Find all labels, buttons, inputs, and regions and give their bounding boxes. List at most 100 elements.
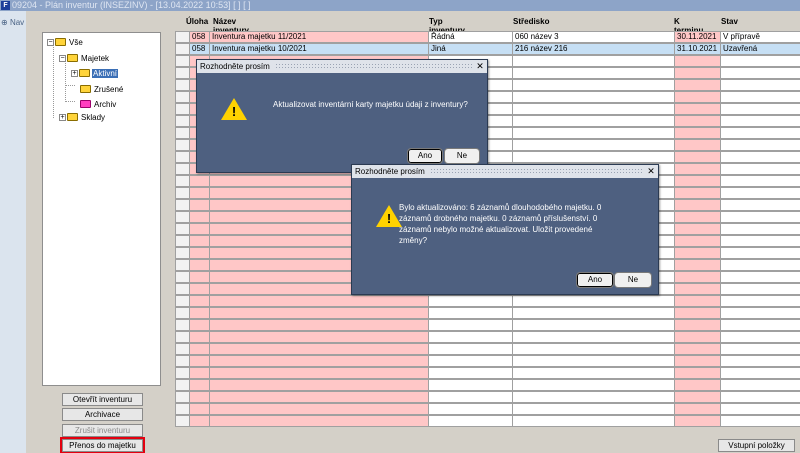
tree-item-sklady[interactable]: + Sklady [59, 111, 106, 123]
cell-center[interactable] [512, 331, 675, 343]
cell-center[interactable] [512, 127, 675, 139]
cell-task[interactable] [189, 223, 210, 235]
row-selector[interactable] [175, 379, 190, 391]
cell-task[interactable] [189, 295, 210, 307]
cell-due[interactable] [674, 295, 721, 307]
cell-task[interactable] [189, 199, 210, 211]
cell-type[interactable] [428, 403, 513, 415]
cell-due[interactable] [674, 79, 721, 91]
row-selector[interactable] [175, 235, 190, 247]
cell-status[interactable] [720, 103, 800, 115]
cell-center[interactable] [512, 415, 675, 427]
cell-type[interactable] [428, 319, 513, 331]
cell-type[interactable] [428, 331, 513, 343]
row-selector[interactable] [175, 211, 190, 223]
cell-task[interactable]: 058 [189, 31, 210, 43]
cell-due[interactable] [674, 379, 721, 391]
cell-name[interactable] [209, 415, 429, 427]
cell-due[interactable] [674, 187, 721, 199]
cell-type[interactable] [428, 367, 513, 379]
cell-status[interactable] [720, 211, 800, 223]
cell-status[interactable] [720, 79, 800, 91]
cell-name[interactable]: Inventura majetku 11/2021 [209, 31, 429, 43]
table-row[interactable]: 058 Inventura majetku 10/2021 Jiná 216 náze… [175, 43, 800, 55]
cell-task[interactable] [189, 355, 210, 367]
tree-item-majetek[interactable]: − Majetek [59, 52, 110, 64]
cell-center[interactable] [512, 79, 675, 91]
row-selector[interactable] [175, 163, 190, 175]
table-row[interactable] [175, 391, 800, 403]
cell-center[interactable] [512, 319, 675, 331]
input-items-button[interactable]: Vstupní položky [718, 439, 795, 452]
cancel-inventory-button[interactable]: Zrušit inventuru [62, 424, 143, 437]
tree-item-zrusene[interactable]: Zrušené [80, 83, 124, 95]
row-selector[interactable] [175, 271, 190, 283]
cell-status[interactable] [720, 343, 800, 355]
cell-center[interactable] [512, 295, 675, 307]
cell-task[interactable] [189, 319, 210, 331]
cell-status[interactable] [720, 187, 800, 199]
column-header-center[interactable]: Středisko [513, 17, 549, 26]
cell-center[interactable] [512, 139, 675, 151]
row-selector[interactable] [175, 127, 190, 139]
cell-name[interactable] [209, 367, 429, 379]
cell-status[interactable] [720, 415, 800, 427]
cell-center[interactable]: 216 název 216 [512, 43, 675, 55]
cell-center[interactable] [512, 355, 675, 367]
cell-type[interactable] [428, 343, 513, 355]
cell-task[interactable] [189, 307, 210, 319]
cell-due[interactable] [674, 367, 721, 379]
table-row[interactable] [175, 355, 800, 367]
table-row[interactable] [175, 331, 800, 343]
cell-type[interactable] [428, 355, 513, 367]
table-row[interactable] [175, 367, 800, 379]
cell-due[interactable]: 31.10.2021 [674, 43, 721, 55]
cell-due[interactable] [674, 319, 721, 331]
cell-task[interactable] [189, 175, 210, 187]
tree-item-archiv[interactable]: Archiv [80, 98, 117, 110]
cell-due[interactable] [674, 343, 721, 355]
table-row[interactable] [175, 343, 800, 355]
row-selector[interactable] [175, 115, 190, 127]
cell-name[interactable] [209, 355, 429, 367]
row-selector[interactable] [175, 403, 190, 415]
cell-name[interactable] [209, 343, 429, 355]
cell-center[interactable] [512, 343, 675, 355]
table-row[interactable]: 058 Inventura majetku 11/2021 Řádná 060 náz… [175, 31, 800, 43]
cell-status[interactable] [720, 295, 800, 307]
cell-due[interactable] [674, 55, 721, 67]
cell-status[interactable] [720, 331, 800, 343]
collapse-icon[interactable]: − [47, 38, 54, 46]
cell-center[interactable] [512, 391, 675, 403]
open-inventory-button[interactable]: Otevřít inventuru [62, 393, 143, 406]
cell-due[interactable] [674, 175, 721, 187]
table-row[interactable] [175, 403, 800, 415]
cell-center[interactable] [512, 307, 675, 319]
cell-due[interactable] [674, 235, 721, 247]
cell-name[interactable] [209, 379, 429, 391]
row-selector[interactable] [175, 187, 190, 199]
cell-task[interactable]: 058 [189, 43, 210, 55]
cell-due[interactable] [674, 151, 721, 163]
cell-type[interactable]: Řádná [428, 31, 513, 43]
cell-name[interactable] [209, 295, 429, 307]
cell-status[interactable] [720, 307, 800, 319]
cell-task[interactable] [189, 259, 210, 271]
no-button[interactable]: Ne [614, 272, 652, 288]
dialog-titlebar[interactable]: Rozhodněte prosím ✕ [197, 60, 487, 73]
cell-due[interactable] [674, 307, 721, 319]
cell-status[interactable] [720, 319, 800, 331]
cell-task[interactable] [189, 379, 210, 391]
table-row[interactable] [175, 307, 800, 319]
row-selector[interactable] [175, 91, 190, 103]
cell-due[interactable] [674, 67, 721, 79]
cell-status[interactable] [720, 91, 800, 103]
row-selector[interactable] [175, 175, 190, 187]
cell-type[interactable] [428, 415, 513, 427]
dialog-titlebar[interactable]: Rozhodněte prosím ✕ [352, 165, 658, 178]
cell-center[interactable] [512, 67, 675, 79]
cell-status[interactable] [720, 379, 800, 391]
cell-status[interactable] [720, 127, 800, 139]
cell-status[interactable] [720, 391, 800, 403]
tree-item-all[interactable]: − Vše [47, 36, 84, 48]
